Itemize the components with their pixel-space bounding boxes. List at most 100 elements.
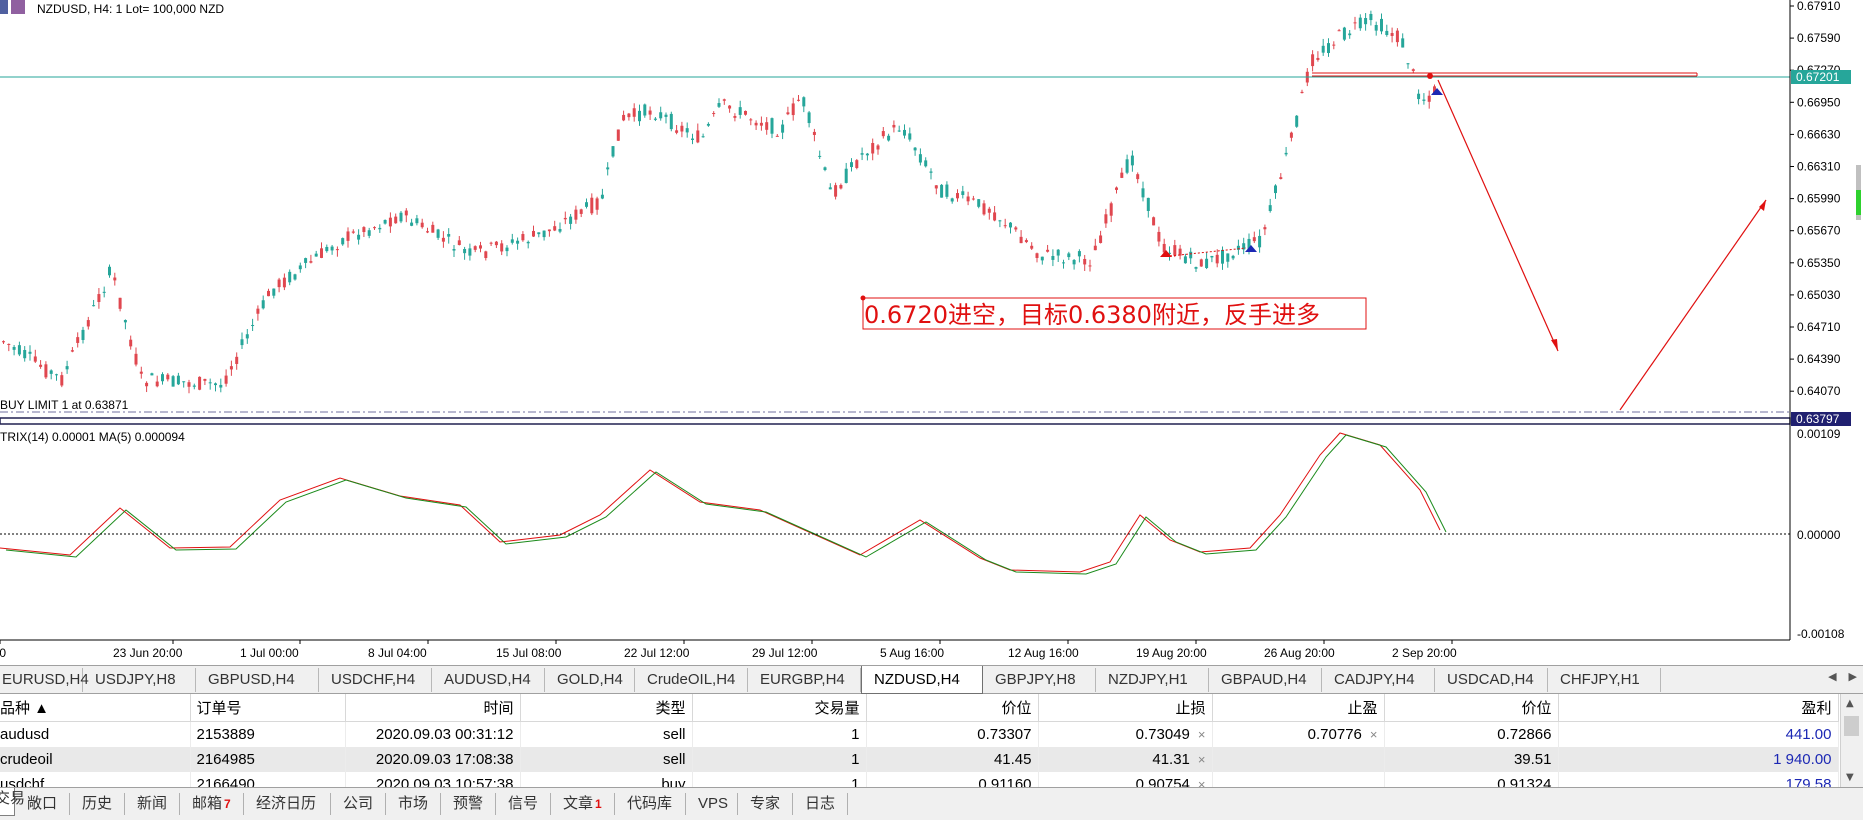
price-scale-label: 0.66950 bbox=[1797, 95, 1841, 109]
tab-scroll-arrows[interactable]: ◀ ▶ bbox=[1816, 670, 1857, 683]
scroll-right-icon[interactable]: ▶ bbox=[1849, 670, 1857, 683]
orders-column-header[interactable]: 止盈 bbox=[1212, 694, 1385, 722]
indicator-scale-top: 0.00109 bbox=[1797, 427, 1841, 441]
terminal-tab[interactable]: 预警 bbox=[441, 793, 496, 815]
orders-column-header[interactable]: 订单号 bbox=[190, 694, 346, 722]
orders-column-header[interactable]: 止损 bbox=[1038, 694, 1213, 722]
candle-body bbox=[330, 246, 334, 251]
orders-column-header[interactable]: 品种 ▲ bbox=[0, 694, 191, 722]
candle-body bbox=[81, 329, 85, 340]
candle-body bbox=[1364, 18, 1368, 25]
candle-body bbox=[1252, 237, 1256, 242]
candle-body bbox=[1316, 57, 1320, 60]
candle-body bbox=[1152, 217, 1156, 226]
orders-column-header[interactable]: 盈利 bbox=[1558, 694, 1839, 722]
scroll-up-icon[interactable]: ▲ bbox=[1846, 698, 1854, 709]
terminal-tab[interactable]: 公司 bbox=[331, 793, 386, 815]
orders-scrollbar[interactable]: ▲ ▼ bbox=[1840, 694, 1863, 787]
candle-body bbox=[680, 125, 684, 132]
candle-body bbox=[1358, 17, 1362, 29]
candle-body bbox=[924, 160, 928, 167]
terminal-tab[interactable]: 信号 bbox=[496, 793, 551, 815]
candle-body bbox=[1284, 152, 1288, 155]
terminal-tab[interactable]: 专家 bbox=[738, 793, 793, 815]
terminal-tab[interactable]: 邮箱 7 bbox=[180, 793, 244, 815]
candle-body bbox=[622, 114, 626, 121]
symbol-tab[interactable]: NZDUSD,H4 bbox=[861, 666, 983, 694]
scroll-down-icon[interactable]: ▼ bbox=[1846, 772, 1854, 783]
symbol-tab[interactable]: GBPUSD,H4 bbox=[196, 668, 319, 692]
terminal-tab[interactable]: 市场 bbox=[386, 793, 441, 815]
symbol-tab[interactable]: EURUSD,H4 bbox=[0, 668, 89, 692]
candle-body bbox=[171, 376, 175, 387]
candle-body bbox=[298, 265, 302, 270]
clear-icon[interactable]: × bbox=[1198, 777, 1206, 787]
candle-body bbox=[1380, 18, 1383, 32]
symbol-tab[interactable]: GBPJPY,H8 bbox=[983, 668, 1096, 692]
orders-column-header[interactable]: 价位 bbox=[866, 694, 1039, 722]
symbol-tab[interactable]: EURGBP,H4 bbox=[748, 668, 861, 692]
symbol-tab[interactable]: GBPAUD,H4 bbox=[1209, 668, 1322, 692]
candle-body bbox=[728, 105, 732, 109]
candle-body bbox=[1019, 236, 1023, 244]
terminal-tab[interactable]: 交易 bbox=[0, 788, 25, 816]
chart-window[interactable]: 0.6720进空，目标0.6380附近，反手进多 NZDUSD, H4: 1 L… bbox=[0, 0, 1863, 665]
terminal-tab[interactable]: 日志 bbox=[793, 793, 848, 815]
clear-icon[interactable]: × bbox=[1198, 752, 1206, 767]
terminal-tab[interactable]: 历史 bbox=[70, 793, 125, 815]
symbol-tab[interactable]: USDJPY,H8 bbox=[83, 668, 196, 692]
candle-body bbox=[712, 113, 716, 115]
candle-body bbox=[282, 277, 286, 288]
candle-body bbox=[940, 184, 944, 198]
price-scale-label: 0.65670 bbox=[1797, 224, 1841, 238]
orders-column-header[interactable]: 交易量 bbox=[692, 694, 867, 722]
candle-body bbox=[44, 364, 48, 378]
terminal-tab[interactable]: 敞口 bbox=[15, 793, 70, 815]
current-price-tag: 0.67201 bbox=[1796, 70, 1840, 84]
candle-body bbox=[1337, 30, 1341, 32]
clear-icon[interactable]: × bbox=[1370, 727, 1378, 742]
symbol-tab[interactable]: NZDJPY,H1 bbox=[1096, 668, 1209, 692]
table-row[interactable]: usdchf 2166490 2020.09.03 10:57:38 buy 1 0.91… bbox=[0, 772, 1839, 787]
clear-icon[interactable]: × bbox=[1198, 727, 1206, 742]
candle-body bbox=[1125, 159, 1129, 173]
terminal-tab[interactable]: 代码库 bbox=[615, 793, 686, 815]
candle-body bbox=[600, 194, 604, 199]
candle-body bbox=[1040, 256, 1044, 261]
terminal-tab[interactable]: 新闻 bbox=[125, 793, 180, 815]
terminal-tab[interactable]: 经济日历 bbox=[244, 793, 331, 815]
time-axis-label: 2 Sep 20:00 bbox=[1392, 646, 1457, 660]
candle-body bbox=[590, 197, 594, 214]
candle-body bbox=[749, 119, 753, 121]
symbol-tab[interactable]: CHFJPY,H1 bbox=[1548, 668, 1661, 692]
orders-column-header[interactable]: 价位 bbox=[1384, 694, 1559, 722]
orders-header-row: 品种 ▲ 订单号 时间 类型 交易量 价位 止损 止盈 价位 盈利 bbox=[0, 694, 1839, 722]
price-chart[interactable]: 0.6720进空，目标0.6380附近，反手进多 NZDUSD, H4: 1 L… bbox=[0, 0, 1863, 665]
candle-body bbox=[627, 113, 631, 118]
scroll-left-icon[interactable]: ◀ bbox=[1828, 670, 1836, 683]
candle-body bbox=[28, 351, 32, 354]
symbol-tab[interactable]: CrudeOIL,H4 bbox=[635, 668, 748, 692]
time-axis-label: 15 Jul 08:00 bbox=[496, 646, 562, 660]
annotation-text: 0.6720进空，目标0.6380附近，反手进多 bbox=[864, 301, 1320, 329]
candle-body bbox=[362, 227, 366, 233]
scroll-thumb[interactable] bbox=[1844, 716, 1859, 736]
orders-column-header[interactable]: 类型 bbox=[520, 694, 693, 722]
candle-body bbox=[1173, 245, 1177, 256]
candle-body bbox=[722, 99, 726, 101]
symbol-tab[interactable]: GOLD,H4 bbox=[545, 668, 635, 692]
symbol-tab[interactable]: AUDUSD,H4 bbox=[432, 668, 545, 692]
terminal-tab[interactable]: 文章 1 bbox=[551, 793, 615, 815]
table-row[interactable]: audusd 2153889 2020.09.03 00:31:12 sell 1 0.7… bbox=[0, 721, 1839, 747]
symbol-tab[interactable]: USDCAD,H4 bbox=[1435, 668, 1548, 692]
orders-column-header[interactable]: 时间 bbox=[345, 694, 521, 722]
candle-body bbox=[648, 110, 652, 115]
table-row[interactable]: crudeoil 2164985 2020.09.03 17:08:38 sell 1 4… bbox=[0, 747, 1839, 772]
candle-body bbox=[293, 274, 297, 280]
symbol-tab[interactable]: USDCHF,H4 bbox=[319, 668, 432, 692]
price-scale: 0.679100.675900.672700.669500.666300.663… bbox=[1790, 0, 1841, 398]
candle-body bbox=[828, 187, 832, 190]
symbol-tab[interactable]: CADJPY,H4 bbox=[1322, 668, 1435, 692]
order-cell-volume: 1 bbox=[692, 721, 867, 747]
terminal-tab[interactable]: VPS bbox=[686, 793, 738, 815]
